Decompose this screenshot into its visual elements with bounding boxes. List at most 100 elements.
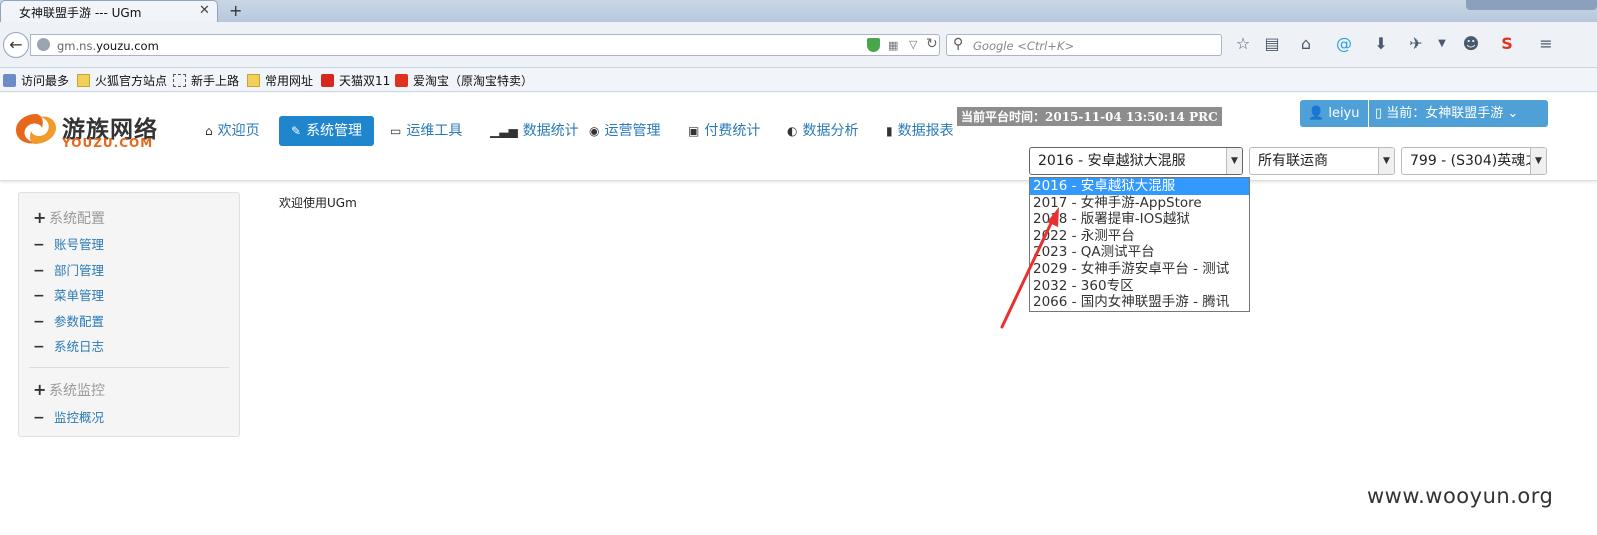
plus-icon: + (33, 208, 47, 227)
minus-icon: − (33, 339, 45, 355)
nav-data-reports[interactable]: ▮ 数据报表 (886, 116, 954, 146)
zone-select[interactable]: 799 - (S304)英魂之 ▼ (1401, 147, 1547, 175)
url-text[interactable]: gm.ns.youzu.com (57, 39, 159, 53)
sogou-icon[interactable]: S (1496, 34, 1518, 53)
folder-icon (247, 74, 260, 87)
browser-tab[interactable]: 女神联盟手游 --- UGm ✕ (0, 0, 218, 23)
dropdown-option[interactable]: 2023 - QA测试平台 (1030, 244, 1249, 261)
dropdown-option[interactable]: 2032 - 360专区 (1030, 278, 1249, 295)
server-dropdown-list[interactable]: 2016 - 安卓越狱大混服 2017 - 女神手游-AppStore 2018… (1029, 177, 1250, 312)
chat-icon[interactable]: ☻ (1460, 34, 1482, 53)
menu-icon[interactable]: ≡ (1535, 34, 1557, 53)
bookmark-firefox-site[interactable]: 火狐官方站点 (77, 72, 167, 89)
browser-toolbar: ← gm.ns.youzu.com ▦ ▽ ↻ ⚲ Google <Ctrl+K… (0, 22, 1597, 68)
taobao-icon (395, 74, 408, 87)
sidebar-divider (29, 367, 229, 368)
sidebar-group-system-config[interactable]: + 系统配置 (33, 208, 105, 228)
watermark: www.wooyun.org (1367, 484, 1554, 508)
search-icon: ⚲ (953, 36, 964, 52)
url-history-dropdown-icon[interactable]: ▽ (909, 38, 917, 51)
dashed-page-icon (173, 74, 186, 87)
minus-icon: − (33, 288, 45, 304)
gift-icon: ▣ (688, 124, 700, 138)
bookmark-common-sites[interactable]: 常用网址 (247, 72, 313, 89)
back-button[interactable]: ← (3, 32, 29, 58)
minus-icon: − (33, 237, 45, 253)
bookmark-tmall[interactable]: 天猫双11 (321, 72, 390, 89)
dropdown-option[interactable]: 2017 - 女神手游-AppStore (1030, 195, 1249, 212)
zone-select-value: 799 - (S304)英魂之 (1410, 153, 1540, 169)
logo-subtext: YOUZU.COM (62, 136, 154, 150)
contrast-icon: ◐ (787, 124, 798, 138)
security-shield-icon[interactable] (867, 38, 880, 52)
nav-ops-tools[interactable]: ▭ 运维工具 (390, 116, 462, 146)
current-game-button[interactable]: ▯ 当前：女神联盟手游 ⌄ (1369, 100, 1548, 127)
nav-data-analysis[interactable]: ◐ 数据分析 (787, 116, 858, 146)
minus-icon: − (33, 263, 45, 279)
dropdown-option[interactable]: 2022 - 永测平台 (1030, 228, 1249, 245)
bookmark-getting-started[interactable]: 新手上路 (173, 72, 239, 89)
youzu-logo-icon (16, 114, 56, 144)
tab-title: 女神联盟手游 --- UGm (19, 6, 142, 20)
bookmark-star-icon[interactable]: ☆ (1232, 34, 1254, 53)
globe-icon: ◉ (589, 124, 600, 138)
dropdown-option[interactable]: 2029 - 女神手游安卓平台 - 测试 (1030, 261, 1249, 278)
dropdown-option[interactable]: 2018 - 版署提审-IOS越狱 (1030, 211, 1249, 228)
minus-icon: − (33, 410, 45, 426)
nav-data-statistics[interactable]: ▁▃▅ 数据统计 (490, 116, 579, 146)
home-icon[interactable]: ⌂ (1295, 34, 1317, 53)
bookmark-most-visited[interactable]: 访问最多 (3, 72, 69, 89)
search-placeholder: Google <Ctrl+K> (973, 39, 1075, 53)
nav-welcome[interactable]: ⌂ 欢迎页 (205, 116, 260, 146)
channel-select[interactable]: 所有联运商 ▼ (1249, 147, 1395, 175)
at-icon[interactable]: @ (1333, 34, 1355, 53)
new-tab-button[interactable]: + (229, 1, 242, 20)
nav-system-management[interactable]: ✎ 系统管理 (279, 116, 375, 146)
dropdown-option[interactable]: 2016 - 安卓越狱大混服 (1030, 178, 1249, 195)
tab-close-icon[interactable]: ✕ (199, 3, 210, 18)
book-icon: ▮ (886, 124, 893, 138)
welcome-text: 欢迎使用UGm (279, 196, 357, 210)
clipboard-icon[interactable]: ▤ (1261, 34, 1283, 53)
search-bar[interactable]: ⚲ Google <Ctrl+K> (946, 34, 1222, 56)
nav-operations[interactable]: ◉ 运营管理 (589, 116, 660, 146)
download-icon[interactable]: ⬇ (1370, 34, 1392, 53)
server-select-value: 2016 - 安卓越狱大混服 (1038, 153, 1186, 169)
tmall-icon (321, 74, 334, 87)
browser-tab-strip: 女神联盟手游 --- UGm ✕ + (0, 0, 1597, 23)
window-controls[interactable] (1466, 0, 1597, 10)
sidebar-item-menus[interactable]: − 菜单管理 (33, 285, 104, 304)
user-menu-button[interactable]: 👤 leiyu ▾ (1300, 100, 1368, 148)
plus-icon: + (33, 380, 47, 399)
address-bar[interactable]: gm.ns.youzu.com ▦ ▽ ↻ (30, 34, 940, 56)
signal-icon: ▁▃▅ (490, 124, 518, 138)
channel-select-value: 所有联运商 (1258, 153, 1328, 169)
dropdown-option[interactable]: 2066 - 国内女神联盟手游 - 腾讯 (1030, 294, 1249, 311)
minus-icon: − (33, 314, 45, 330)
sidebar-item-monitor-overview[interactable]: − 监控概况 (33, 407, 104, 426)
site-identity-icon[interactable] (37, 38, 50, 51)
book-icon: ▯ (1375, 106, 1387, 121)
extension-icon[interactable]: ✈ (1405, 34, 1427, 53)
qr-code-icon[interactable]: ▦ (888, 39, 898, 52)
home-icon: ⌂ (205, 124, 213, 138)
nav-payment-stats[interactable]: ▣ 付费统计 (688, 116, 760, 146)
chevron-down-icon[interactable]: ▼ (1378, 148, 1394, 174)
dropdown-icon[interactable]: ▼ (1431, 38, 1453, 49)
drive-icon: ▭ (390, 124, 402, 138)
bookmarks-bar: 访问最多 火狐官方站点 新手上路 常用网址 天猫双11 爱淘宝（原淘宝特卖） (0, 68, 1597, 92)
chevron-down-icon[interactable]: ▼ (1530, 148, 1546, 174)
sidebar-group-monitoring[interactable]: + 系统监控 (33, 380, 105, 400)
chevron-down-icon[interactable]: ▼ (1226, 148, 1242, 174)
bookmark-ai-taobao[interactable]: 爱淘宝（原淘宝特卖） (395, 72, 533, 89)
folder-icon (77, 74, 90, 87)
sidebar-item-departments[interactable]: − 部门管理 (33, 260, 104, 279)
server-select[interactable]: 2016 - 安卓越狱大混服 ▼ (1029, 147, 1243, 175)
sidebar-item-system-log[interactable]: − 系统日志 (33, 336, 104, 355)
sidebar-item-params[interactable]: − 参数配置 (33, 311, 104, 330)
sidebar-item-accounts[interactable]: − 账号管理 (33, 234, 104, 253)
user-icon: 👤 (1308, 106, 1329, 121)
reload-icon[interactable]: ↻ (926, 36, 938, 52)
app-header: 游族网络 YOUZU.COM ⌂ 欢迎页 ✎ 系统管理 ▭ 运维工具 ▁▃▅ 数据统计 … (0, 93, 1597, 181)
wrench-icon: ✎ (291, 124, 302, 138)
